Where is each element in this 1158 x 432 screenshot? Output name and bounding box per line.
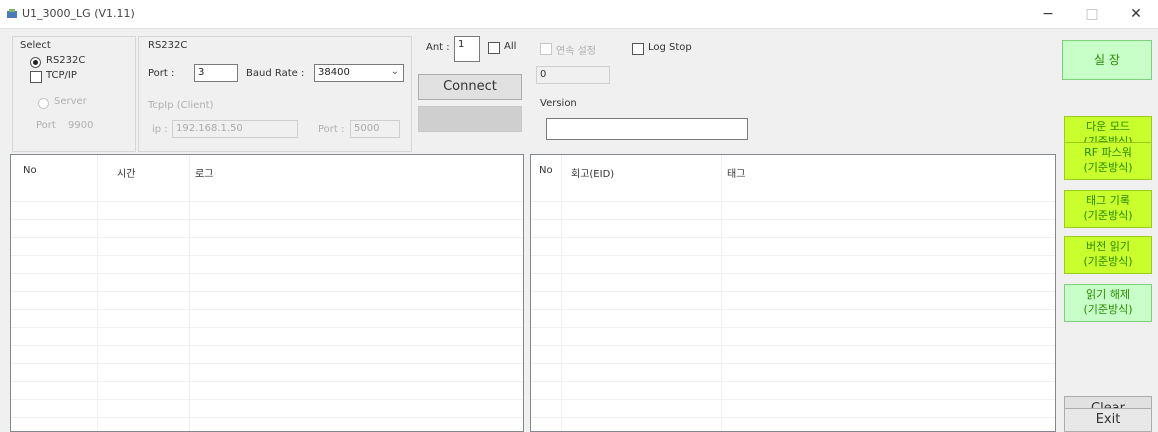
tcpip-port-label: Port : [318,124,345,135]
tcpip-port-input[interactable]: 5000 [350,120,400,138]
rs232c-radio[interactable] [30,57,41,68]
log-list-gridline [11,291,523,292]
tag-list-gridline [531,399,1055,400]
tag-list-gridline [531,219,1055,220]
server-radio-label: Server [54,96,87,107]
server-port-value: 9900 [68,120,94,131]
ip-label: ip : [152,124,168,135]
chevron-down-icon: ⌄ [390,66,399,77]
maximize-button[interactable]: □ [1072,2,1112,26]
tag-list-gridline [531,345,1055,346]
log-stop-label: Log Stop [648,42,692,53]
ant-label: Ant : [426,42,450,53]
tag-write-line2: (기준방식) [1083,209,1133,222]
app-icon [7,9,17,18]
tag-list-gridline [531,327,1055,328]
tcpip-checkbox-label: TCP/IP [46,70,77,81]
connect-button[interactable]: Connect [418,74,522,100]
log-list-header: No 시간 로그 [11,155,523,183]
log-list-gridline [11,363,523,364]
tag-write-line1: 태그 기록 [1086,194,1130,207]
log-list-gridline [11,237,523,238]
rs232c-port-label: Port : [148,68,175,79]
tag-list-gridline [531,381,1055,382]
exit-button[interactable]: Exit [1064,408,1152,432]
read-release-line1: 읽기 해제 [1086,288,1130,301]
rs232c-group-label: RS232C [148,40,188,51]
tag-list-gridline [531,309,1055,310]
log-list-gridline [11,399,523,400]
version-read-button[interactable]: 버전 읽기 (기준방식) [1064,236,1152,274]
tag-list-gridline [531,291,1055,292]
log-list-gridline [11,345,523,346]
baud-rate-label: Baud Rate : [246,68,305,79]
run-button[interactable]: 실 장 [1062,40,1152,80]
read-release-button[interactable]: 읽기 해제 (기준방식) [1064,284,1152,322]
tag-list-divider [721,155,722,431]
tcpip-client-label: TcpIp (Client) [148,100,214,111]
tag-list-col-tag: 태그 [727,169,746,180]
rf-password-line2: (기준방식) [1083,161,1133,174]
rf-password-line1: RF 파스워 [1084,146,1132,159]
rf-password-button[interactable]: RF 파스워 (기준방식) [1064,142,1152,180]
select-group [12,36,136,152]
tag-list-gridline [531,417,1055,418]
download-mode-line1: 다운 모드 [1086,120,1130,133]
tag-list-gridline [531,237,1055,238]
log-list-col-no: No [23,165,37,176]
server-radio[interactable] [38,98,49,109]
log-stop-checkbox[interactable] [632,43,644,55]
continuous-checkbox-label: 연속 설정 [556,46,596,57]
log-list-col-log: 로그 [195,169,214,180]
log-list-gridline [11,327,523,328]
title-bar: U1_3000_LG (V1.11) − □ ✕ [0,0,1158,29]
log-list-gridline [11,255,523,256]
log-list-divider [189,155,190,431]
tag-list-col-eid: 회고(EID) [571,169,615,180]
tag-list[interactable]: No 회고(EID) 태그 [530,154,1056,432]
baud-rate-value: 38400 [318,67,350,78]
minimize-button[interactable]: − [1028,2,1068,26]
tag-list-divider [561,155,562,431]
tag-list-gridline [531,363,1055,364]
continuous-checkbox[interactable] [540,43,552,55]
rs232c-port-input[interactable]: 3 [194,64,238,82]
rs232c-radio-label: RS232C [46,55,86,66]
server-port-label: Port [36,120,56,131]
window-title: U1_3000_LG (V1.11) [22,7,135,20]
tag-write-button[interactable]: 태그 기록 (기준방식) [1064,190,1152,228]
ip-input[interactable]: 192.168.1.50 [172,120,298,138]
log-list-divider [97,155,98,431]
all-checkbox-label: All [504,41,517,52]
version-read-line2: (기준방식) [1083,255,1133,268]
log-list[interactable]: No 시간 로그 [10,154,524,432]
version-label: Version [540,98,577,109]
select-label: Select [20,40,51,51]
read-release-line2: (기준방식) [1083,303,1133,316]
tag-list-gridline [531,201,1055,202]
close-button[interactable]: ✕ [1116,2,1156,26]
ant-input[interactable]: 1 [454,36,480,62]
log-list-gridline [11,381,523,382]
tag-list-gridline [531,273,1055,274]
log-list-gridline [11,201,523,202]
log-list-gridline [11,417,523,418]
all-checkbox[interactable] [488,42,500,54]
tag-list-gridline [531,255,1055,256]
count-box: 0 [536,66,610,84]
baud-rate-select[interactable]: 38400 ⌄ [314,64,404,82]
log-list-col-time: 시간 [117,169,136,180]
log-list-gridline [11,309,523,310]
version-input[interactable] [546,118,748,140]
disconnect-button[interactable]: Disconnect [418,106,522,132]
log-list-gridline [11,219,523,220]
tcpip-checkbox[interactable] [30,71,42,83]
tag-list-header: No 회고(EID) 태그 [531,155,1055,183]
log-list-gridline [11,273,523,274]
version-read-line1: 버전 읽기 [1086,240,1130,253]
tag-list-col-no: No [539,165,553,176]
